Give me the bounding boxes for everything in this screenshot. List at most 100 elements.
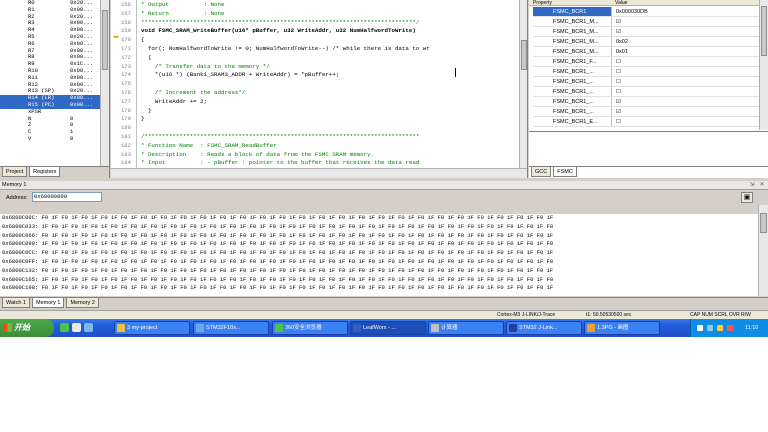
tray-icon[interactable] [707,325,713,331]
property-column-header[interactable]: Property [529,0,611,6]
peripheral-field-name: FSMC_BCR1_M... [553,29,599,35]
tab-watch-1[interactable]: Watch 1 [2,298,30,308]
peripheral-field-value[interactable]: ☑ [611,97,759,106]
memory-row[interactable]: 0x6800C099: 1F F0 1F F0 1F F0 1F F0 1F F… [0,240,760,249]
register-value: 1 [70,128,74,136]
memory-row[interactable]: 0x6800C198: F0 1F F0 1F F0 1F F0 1F F0 1… [0,284,760,293]
address-row: Address: 0x68000000 ▣ [0,191,768,205]
tab-registers[interactable]: Registers [29,167,61,177]
peripheral-field-value[interactable]: ☐ [611,117,759,126]
peripheral-row[interactable]: FSMC_BCR1_E... ☐ [533,117,759,127]
peripheral-field-value[interactable]: ☐ [611,67,759,76]
peripheral-field-name: FSMC_BCR1_E... [553,119,598,125]
tray-icon[interactable] [727,325,733,331]
editor-horizontal-scrollbar[interactable] [111,168,527,178]
tab-fsmc[interactable]: FSMC [553,167,577,177]
peripheral-row[interactable]: FSMC_BCR1_F... ☐ [533,57,759,67]
tab-project[interactable]: Project [2,167,28,177]
tray-icon[interactable] [697,325,703,331]
taskbar-button-label: LeafWorx - ... [363,325,396,331]
peripheral-row[interactable]: FSMC_BCR1_... ☑ [533,97,759,107]
memory-window-title: Memory 1 [0,181,768,190]
address-label: Address: [6,195,28,201]
peripheral-row[interactable]: FSMC_BCR1_... ☐ [533,87,759,97]
peripheral-field-value[interactable]: ☑ [611,27,759,36]
peripheral-field-value[interactable]: ☐ [611,57,759,66]
status-bar: Cortex-M3 J-LINK/J-Trace t1: 50.50530500… [0,310,768,319]
lock-icon[interactable]: ▣ [741,192,753,203]
quicklaunch-icon[interactable] [84,323,93,332]
peripheral-field-value[interactable]: ☐ [611,77,759,86]
taskbar-button[interactable]: STM32 J-Link... [506,321,582,335]
register-row[interactable]: R15 (PC) 0x08... [0,101,100,109]
editor-vertical-scrollbar[interactable] [519,0,527,168]
tab-gcc[interactable]: GCC [531,167,552,177]
app-icon [587,324,595,332]
peripheral-field-name: FSMC_BCR1_... [553,69,594,75]
address-input[interactable]: 0x68000000 [32,192,102,202]
value-column-header[interactable]: Value [611,0,627,6]
tray-icon[interactable] [717,325,723,331]
code-line: } [141,115,145,123]
peripheral-field-value[interactable]: ☑ [611,107,759,116]
memory-row[interactable]: 0x6800C165: 1F F0 1F F0 1F F0 1F F0 1F F… [0,276,760,285]
start-label: 开始 [14,323,30,332]
tab-memory-1[interactable]: Memory 1 [31,298,65,308]
code-editor[interactable]: 156 157 158 159 170 171 172 173 174 175 176 177 178 1… [111,0,528,178]
taskbar-button[interactable]: 3 my-project [114,321,190,335]
text-caret [455,68,456,77]
taskbar-button-label: STM32F10x... [206,325,241,331]
taskbar-button[interactable]: LeafWorx - ... [350,321,426,335]
peripheral-row[interactable]: FSMC_BCR1_M... 0x02 [533,37,759,47]
tab-memory-2[interactable]: Memory 2 [66,298,99,308]
register-row[interactable]: V0 [0,134,100,143]
registers-panel: R0 0x20... R1 0x00... R2 0x20... R3 0x00... R4 0x… [0,0,110,178]
current-line-arrow-icon: ➡ [113,34,119,41]
register-row[interactable]: Z0 [0,122,100,129]
register-name: V [28,134,32,142]
registers-scrollbar[interactable] [100,0,109,166]
register-value: 0 [70,114,74,122]
memory-scrollbar[interactable] [758,205,768,296]
peripheral-tabs: GCC FSMC [529,166,768,178]
peripheral-row[interactable]: FSMC_BCR1_... ☑ [533,107,759,117]
peripheral-field-value[interactable]: 0x02 [611,37,759,46]
memory-row[interactable]: 0x6800C132: F0 1F F0 1F F0 1F F0 1F F0 1… [0,267,760,276]
register-row[interactable]: C1 [0,128,100,136]
register-row[interactable]: N0 [0,114,100,123]
line-number: 184 [121,159,131,167]
peripheral-field-value[interactable]: ☑ [611,17,759,26]
quicklaunch-icon[interactable] [60,323,69,332]
peripheral-field-value[interactable]: 0x01 [611,47,759,56]
clock[interactable]: 11:10 [745,319,758,337]
register-value: 0 [70,134,74,142]
peripheral-row[interactable]: FSMC_BCR1_M... 0x01 [533,47,759,57]
start-button[interactable]: 开始 [0,319,54,337]
taskbar-button[interactable]: STM32F10x... [193,321,269,335]
peripheral-row[interactable]: FSMC_BCR1_M... ☑ [533,17,759,27]
memory-row[interactable]: 0x6800C0CC: F0 1F F0 1F F0 1F F0 1F F0 1… [0,249,760,258]
memory-row[interactable]: 0x6800C0FF: 1F F0 1F F0 1F F0 1F F0 1F F… [0,258,760,267]
quicklaunch-icon[interactable] [72,323,81,332]
code-area[interactable]: * Output : None * Return : None **********… [141,0,519,168]
peripheral-row[interactable]: FSMC_BCR1_... ☐ [533,67,759,77]
memory-row[interactable]: 0x6800C00C: F0 1F F0 1F F0 1F F0 1F F0 1… [0,214,760,223]
taskbar-button[interactable]: 1.3PG - 画图 [584,321,660,335]
taskbar-button[interactable]: 计算器 [428,321,504,335]
register-row[interactable]: xPSR [0,108,100,116]
taskbar-button[interactable]: 360安全浏览器 [272,321,348,335]
peripheral-field-value[interactable]: 0x000030DB [611,7,759,16]
peripheral-field-value[interactable]: ☐ [611,87,759,96]
pin-icon[interactable]: ⇲ [748,182,756,189]
close-icon[interactable]: ✕ [758,182,766,189]
peripheral-scrollbar[interactable] [759,0,768,130]
memory-dump[interactable]: 0x6800C00C: F0 1F F0 1F F0 1F F0 1F F0 1… [0,214,760,296]
peripheral-panel: Property Value FSMC_BCR1 0x000030DB FSMC_B… [529,0,768,178]
peripheral-row[interactable]: FSMC_BCR1_... ☐ [533,77,759,87]
code-line: *(u16 *) (Bank1_SRAM3_ADDR + WriteAddr) … [141,71,340,79]
app-icon [431,324,439,332]
peripheral-row[interactable]: FSMC_BCR1_M... ☑ [533,27,759,37]
memory-row[interactable]: 0x6800C066: F0 1F F0 1F F0 1F F0 1F F0 1… [0,232,760,241]
peripheral-row[interactable]: FSMC_BCR1 0x000030DB [533,7,759,17]
memory-row[interactable]: 0x6800C033: 1F F0 1F F0 1F F0 1F F0 1F F… [0,223,760,232]
